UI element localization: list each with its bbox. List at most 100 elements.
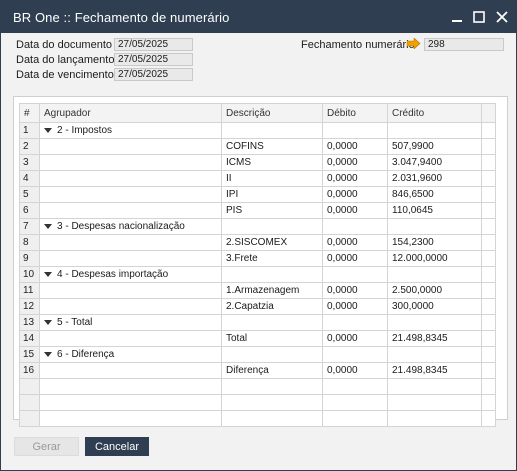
agrupador-cell[interactable] (39, 154, 222, 171)
credito-cell[interactable]: 3.047,9400 (387, 154, 482, 171)
descricao-cell[interactable]: IPI (221, 186, 323, 203)
title-bar[interactable]: BR One :: Fechamento de numerário (1, 1, 516, 33)
empty-row[interactable] (19, 410, 496, 427)
row-number[interactable]: 5 (19, 186, 40, 203)
credito-cell[interactable] (387, 122, 482, 139)
empty-cell[interactable] (481, 394, 496, 411)
debito-cell[interactable]: 0,0000 (322, 330, 388, 347)
agrupador-cell[interactable] (39, 186, 222, 203)
empty-cell[interactable] (39, 394, 222, 411)
data-lancamento-field[interactable]: 27/05/2025 (114, 53, 193, 66)
credito-cell[interactable]: 507,9900 (387, 138, 482, 155)
debito-cell[interactable]: 0,0000 (322, 250, 388, 267)
agrupador-cell[interactable] (39, 250, 222, 267)
table-row[interactable]: 5 IPI 0,0000 846,6500 (19, 186, 496, 203)
empty-cell[interactable] (221, 378, 323, 395)
table-row[interactable]: 7 3 - Despesas nacionalização (19, 218, 496, 235)
close-icon[interactable] (491, 6, 513, 28)
row-number[interactable]: 12 (19, 298, 40, 315)
descricao-cell[interactable]: 2.Capatzia (221, 298, 323, 315)
empty-cell[interactable] (481, 410, 496, 427)
agrupador-cell[interactable] (39, 330, 222, 347)
descricao-cell[interactable]: PIS (221, 202, 323, 219)
credito-cell[interactable]: 2.500,0000 (387, 282, 482, 299)
col-header-agrupador[interactable]: Agrupador (39, 103, 222, 123)
row-number[interactable]: 10 (19, 266, 40, 283)
descricao-cell[interactable]: ICMS (221, 154, 323, 171)
table-row[interactable]: 14 Total 0,0000 21.498,8345 (19, 330, 496, 347)
table-row[interactable]: 12 2.Capatzia 0,0000 300,0000 (19, 298, 496, 315)
descricao-cell[interactable]: 3.Frete (221, 250, 323, 267)
table-row[interactable]: 3 ICMS 0,0000 3.047,9400 (19, 154, 496, 171)
cancelar-button[interactable]: Cancelar (85, 437, 149, 456)
row-number[interactable]: 11 (19, 282, 40, 299)
row-number[interactable]: 16 (19, 362, 40, 379)
credito-cell[interactable] (387, 346, 482, 363)
agrupador-cell[interactable] (39, 298, 222, 315)
row-number[interactable]: 8 (19, 234, 40, 251)
agrupador-cell[interactable]: 4 - Despesas importação (39, 266, 222, 283)
descricao-cell[interactable] (221, 314, 323, 331)
table-row[interactable]: 1 2 - Impostos (19, 122, 496, 139)
descricao-cell[interactable] (221, 346, 323, 363)
row-number[interactable]: 3 (19, 154, 40, 171)
agrupador-cell[interactable]: 3 - Despesas nacionalização (39, 218, 222, 235)
credito-cell[interactable] (387, 218, 482, 235)
data-documento-field[interactable]: 27/05/2025 (114, 38, 193, 51)
descricao-cell[interactable] (221, 266, 323, 283)
empty-row[interactable] (19, 378, 496, 395)
row-number[interactable]: 6 (19, 202, 40, 219)
debito-cell[interactable]: 0,0000 (322, 138, 388, 155)
descricao-cell[interactable] (221, 122, 323, 139)
table-row[interactable]: 13 5 - Total (19, 314, 496, 331)
row-number[interactable]: 9 (19, 250, 40, 267)
agrupador-cell[interactable] (39, 170, 222, 187)
agrupador-cell[interactable]: 6 - Diferença (39, 346, 222, 363)
table-row[interactable]: 15 6 - Diferença (19, 346, 496, 363)
debito-cell[interactable]: 0,0000 (322, 202, 388, 219)
gerar-button[interactable]: Gerar (14, 437, 79, 456)
empty-cell[interactable] (19, 378, 40, 395)
credito-cell[interactable]: 21.498,8345 (387, 330, 482, 347)
descricao-cell[interactable]: Total (221, 330, 323, 347)
table-row[interactable]: 16 Diferença 0,0000 21.498,8345 (19, 362, 496, 379)
agrupador-cell[interactable] (39, 138, 222, 155)
credito-cell[interactable]: 110,0645 (387, 202, 482, 219)
expand-triangle-icon[interactable] (44, 223, 52, 229)
credito-cell[interactable] (387, 266, 482, 283)
empty-cell[interactable] (19, 410, 40, 427)
col-header-num[interactable]: # (19, 103, 40, 123)
debito-cell[interactable] (322, 346, 388, 363)
col-header-debito[interactable]: Débito (322, 103, 388, 123)
empty-cell[interactable] (39, 378, 222, 395)
empty-cell[interactable] (39, 410, 222, 427)
link-arrow-icon[interactable] (406, 37, 421, 50)
row-number[interactable]: 15 (19, 346, 40, 363)
debito-cell[interactable]: 0,0000 (322, 186, 388, 203)
row-number[interactable]: 2 (19, 138, 40, 155)
descricao-cell[interactable]: COFINS (221, 138, 323, 155)
debito-cell[interactable]: 0,0000 (322, 170, 388, 187)
debito-cell[interactable]: 0,0000 (322, 154, 388, 171)
descricao-cell[interactable]: 1.Armazenagem (221, 282, 323, 299)
empty-cell[interactable] (221, 410, 323, 427)
maximize-icon[interactable] (468, 6, 490, 28)
row-number[interactable]: 14 (19, 330, 40, 347)
empty-cell[interactable] (481, 378, 496, 395)
credito-cell[interactable]: 846,6500 (387, 186, 482, 203)
credito-cell[interactable]: 2.031,9600 (387, 170, 482, 187)
empty-cell[interactable] (387, 410, 482, 427)
descricao-cell[interactable]: Diferença (221, 362, 323, 379)
empty-cell[interactable] (221, 394, 323, 411)
debito-cell[interactable] (322, 266, 388, 283)
debito-cell[interactable]: 0,0000 (322, 298, 388, 315)
agrupador-cell[interactable]: 5 - Total (39, 314, 222, 331)
minimize-icon[interactable] (446, 6, 468, 28)
debito-cell[interactable]: 0,0000 (322, 282, 388, 299)
agrupador-cell[interactable] (39, 362, 222, 379)
row-number[interactable]: 1 (19, 122, 40, 139)
row-number[interactable]: 7 (19, 218, 40, 235)
agrupador-cell[interactable]: 2 - Impostos (39, 122, 222, 139)
table-row[interactable]: 6 PIS 0,0000 110,0645 (19, 202, 496, 219)
empty-cell[interactable] (322, 410, 388, 427)
